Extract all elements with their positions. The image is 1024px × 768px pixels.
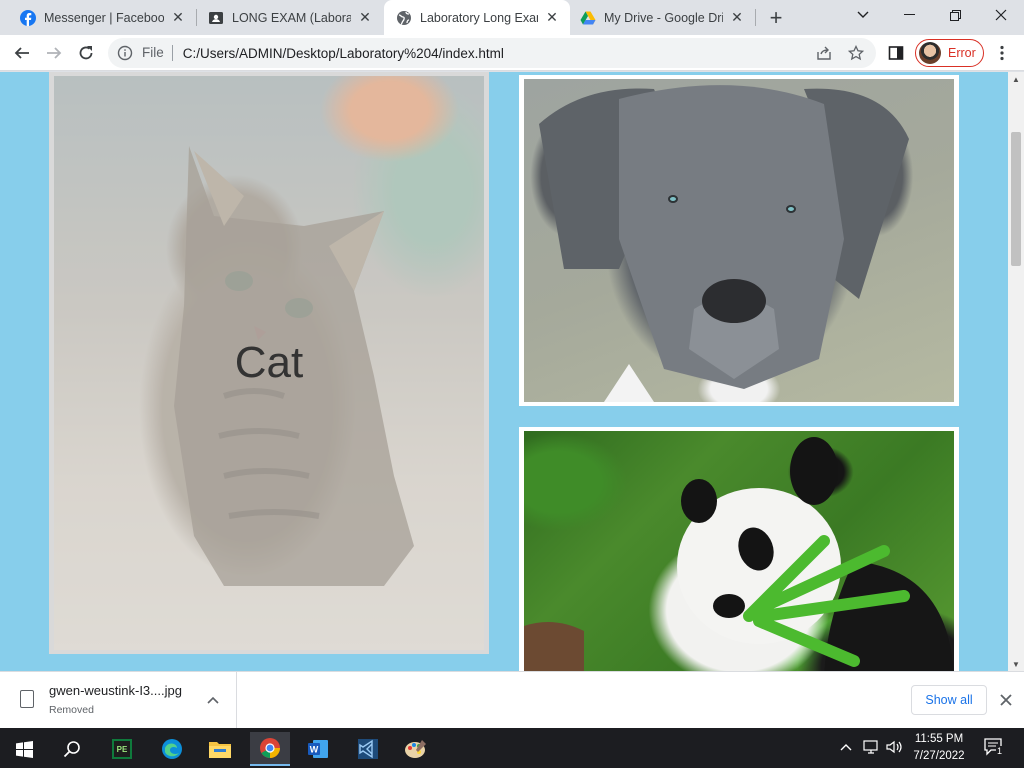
menu-kebab-icon[interactable]	[988, 39, 1016, 67]
url-text[interactable]: C:/Users/ADMIN/Desktop/Laboratory%204/in…	[173, 46, 504, 61]
network-icon[interactable]	[863, 740, 879, 757]
close-tab-icon[interactable]: ✕	[357, 9, 373, 26]
scroll-up-arrow-icon[interactable]: ▲	[1008, 72, 1024, 86]
reload-button[interactable]	[72, 39, 100, 67]
volume-icon[interactable]	[886, 740, 902, 757]
dog-eye	[668, 195, 678, 203]
new-tab-button[interactable]: +	[762, 4, 790, 32]
bookmark-star-icon[interactable]	[842, 39, 870, 67]
dog-card[interactable]	[519, 75, 959, 406]
clock-date: 7/27/2022	[913, 750, 965, 762]
system-clock[interactable]: 11:55 PM 7/27/2022	[906, 731, 972, 765]
windows-taskbar: PE W 11:55 PM 7/27/2022 1	[0, 728, 1024, 768]
facebook-icon	[20, 9, 36, 26]
dog-eye	[786, 205, 796, 213]
contact-card-icon	[208, 10, 224, 26]
svg-text:PE: PE	[117, 745, 128, 754]
panda-image	[524, 431, 954, 671]
scroll-down-arrow-icon[interactable]: ▼	[1008, 657, 1024, 671]
download-file-name: gwen-weustink-I3....jpg	[49, 683, 182, 698]
search-icon[interactable]	[52, 732, 92, 766]
share-icon[interactable]	[810, 39, 838, 67]
site-info-icon[interactable]	[108, 45, 142, 61]
close-window-button[interactable]	[978, 0, 1024, 30]
profile-status-label: Error	[948, 46, 976, 60]
dog-illustration	[539, 85, 909, 402]
chevron-up-icon[interactable]	[204, 691, 222, 709]
chevron-up-icon[interactable]	[840, 740, 852, 754]
paint-icon[interactable]	[396, 732, 436, 766]
edge-icon[interactable]	[152, 732, 192, 766]
download-shelf: gwen-weustink-I3....jpg Removed Show all	[0, 671, 1024, 729]
download-status: Removed	[49, 704, 94, 716]
svg-text:W: W	[310, 745, 319, 755]
avatar	[919, 42, 941, 64]
tab-title: LONG EXAM (Laborator	[232, 10, 351, 25]
page-viewport: Cat	[0, 72, 1008, 671]
vscode-icon[interactable]	[348, 732, 388, 766]
google-drive-icon	[580, 10, 596, 26]
globe-icon	[396, 10, 412, 26]
cat-image: Cat	[54, 76, 484, 650]
forward-button[interactable]	[40, 39, 68, 67]
close-tab-icon[interactable]: ✕	[544, 9, 560, 26]
tab-title: Messenger | Facebook	[44, 10, 164, 25]
address-bar[interactable]: File C:/Users/ADMIN/Desktop/Laboratory%2…	[108, 38, 876, 68]
show-all-button[interactable]: Show all	[911, 685, 987, 715]
close-icon[interactable]	[996, 690, 1016, 710]
close-tab-icon[interactable]: ✕	[170, 9, 186, 26]
pe-app-icon[interactable]: PE	[102, 732, 142, 766]
tab-strip: Messenger | Facebook ✕ LONG EXAM (Labora…	[0, 0, 1024, 35]
side-panel-icon[interactable]	[882, 39, 910, 67]
notification-count: 1	[996, 746, 1004, 756]
back-button[interactable]	[8, 39, 36, 67]
scrollbar-thumb[interactable]	[1011, 132, 1021, 266]
chrome-icon[interactable]	[250, 732, 290, 766]
tab-title: My Drive - Google Driv	[604, 10, 723, 25]
tab-laboratory-long-exam[interactable]: Laboratory Long Exam ✕	[384, 0, 570, 35]
close-tab-icon[interactable]: ✕	[729, 9, 745, 26]
profile-button[interactable]: Error	[915, 39, 984, 67]
file-explorer-icon[interactable]	[200, 732, 240, 766]
tab-search-button[interactable]	[840, 0, 886, 30]
panda-illustration	[524, 437, 954, 671]
minimize-button[interactable]	[886, 0, 932, 30]
panda-card[interactable]	[519, 427, 959, 671]
tab-messenger[interactable]: Messenger | Facebook ✕	[0, 0, 196, 35]
page-scrollbar[interactable]: ▲ ▼	[1008, 72, 1024, 671]
tab-long-exam[interactable]: LONG EXAM (Laborator ✕	[196, 0, 383, 35]
cat-caption: Cat	[234, 338, 304, 387]
notification-icon[interactable]: 1	[984, 738, 1004, 759]
scheme-label: File	[142, 45, 173, 61]
clock-time: 11:55 PM	[914, 733, 964, 745]
restore-button[interactable]	[932, 0, 978, 30]
word-icon[interactable]: W	[298, 732, 338, 766]
dog-image	[524, 79, 954, 402]
tab-separator	[755, 9, 756, 26]
browser-toolbar: File C:/Users/ADMIN/Desktop/Laboratory%2…	[0, 35, 1024, 71]
start-icon[interactable]	[4, 732, 44, 766]
file-icon	[20, 690, 34, 708]
download-item[interactable]: gwen-weustink-I3....jpg Removed	[0, 672, 237, 729]
tab-title: Laboratory Long Exam	[420, 10, 538, 25]
tab-google-drive[interactable]: My Drive - Google Driv ✕	[570, 0, 755, 35]
cat-card[interactable]: Cat	[49, 72, 489, 654]
